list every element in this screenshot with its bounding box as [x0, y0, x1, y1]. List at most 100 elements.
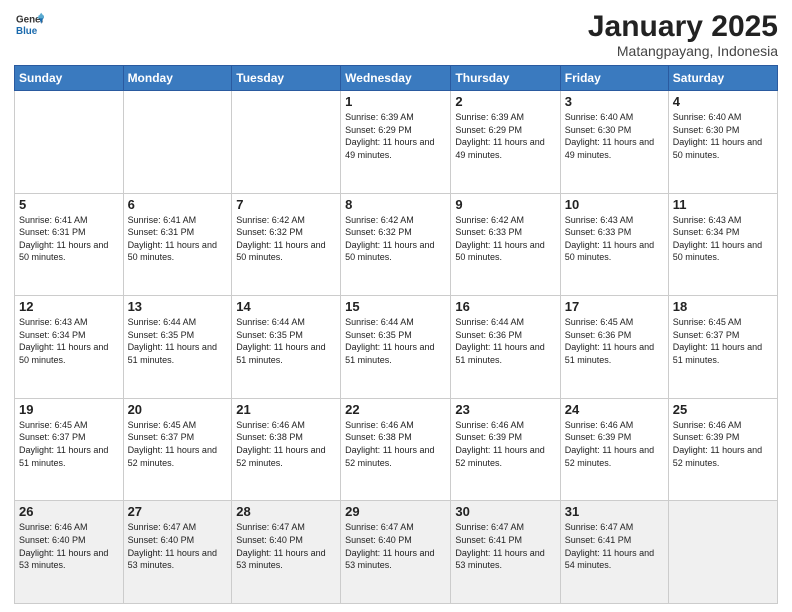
- month-title: January 2025: [588, 10, 778, 43]
- day-header-wednesday: Wednesday: [341, 66, 451, 91]
- day-number: 7: [236, 197, 336, 212]
- calendar-cell: 3Sunrise: 6:40 AM Sunset: 6:30 PM Daylig…: [560, 91, 668, 194]
- day-number: 15: [345, 299, 446, 314]
- day-number: 19: [19, 402, 119, 417]
- calendar-cell: 22 Sunrise: 6:46 AM Sunset: 6:38 PM Dayli…: [341, 398, 451, 501]
- location-title: Matangpayang, Indonesia: [588, 43, 778, 59]
- day-info: Sunrise: 6:43 AM Sunset: 6:33 PM Dayligh…: [565, 214, 664, 264]
- day-number: 24: [565, 402, 664, 417]
- day-number: 29: [345, 504, 446, 519]
- calendar-table: SundayMondayTuesdayWednesdayThursdayFrid…: [14, 65, 778, 604]
- day-info: Sunrise: 6:47 AM Sunset: 6:41 PM Dayligh…: [565, 521, 664, 571]
- day-number: 1: [345, 94, 446, 109]
- day-header-friday: Friday: [560, 66, 668, 91]
- calendar-cell: 14Sunrise: 6:44 AM Sunset: 6:35 PM Dayli…: [232, 296, 341, 399]
- day-number: 5: [19, 197, 119, 212]
- day-number: 25: [673, 402, 773, 417]
- day-header-thursday: Thursday: [451, 66, 560, 91]
- day-number: 23: [455, 402, 555, 417]
- day-info: Sunrise: 6:46 AM Sunset: 6:38 PM Dayligh…: [345, 419, 446, 469]
- day-number: 22: [345, 402, 446, 417]
- calendar-cell: 1 Sunrise: 6:39 AM Sunset: 6:29 PM Daylig…: [341, 91, 451, 194]
- calendar-cell: 11Sunrise: 6:43 AM Sunset: 6:34 PM Dayli…: [668, 193, 777, 296]
- day-info: Sunrise: 6:46 AM Sunset: 6:39 PM Dayligh…: [565, 419, 664, 469]
- day-info: Sunrise: 6:47 AM Sunset: 6:40 PM Dayligh…: [345, 521, 446, 571]
- day-info: Sunrise: 6:40 AM Sunset: 6:30 PM Dayligh…: [673, 111, 773, 161]
- calendar-cell: [668, 501, 777, 604]
- calendar-cell: 15 Sunrise: 6:44 AM Sunset: 6:35 PM Dayli…: [341, 296, 451, 399]
- day-info: Sunrise: 6:47 AM Sunset: 6:41 PM Dayligh…: [455, 521, 555, 571]
- calendar-cell: 12Sunrise: 6:43 AM Sunset: 6:34 PM Dayli…: [15, 296, 124, 399]
- calendar-cell: 4 Sunrise: 6:40 AM Sunset: 6:30 PM Daylig…: [668, 91, 777, 194]
- day-number: 17: [565, 299, 664, 314]
- calendar-cell: 30 Sunrise: 6:47 AM Sunset: 6:41 PM Dayli…: [451, 501, 560, 604]
- day-number: 12: [19, 299, 119, 314]
- header: General Blue January 2025 Matangpayang, …: [14, 10, 778, 59]
- day-info: Sunrise: 6:46 AM Sunset: 6:38 PM Dayligh…: [236, 419, 336, 469]
- day-number: 30: [455, 504, 555, 519]
- calendar-cell: 29 Sunrise: 6:47 AM Sunset: 6:40 PM Dayli…: [341, 501, 451, 604]
- day-number: 31: [565, 504, 664, 519]
- calendar-cell: 13Sunrise: 6:44 AM Sunset: 6:35 PM Dayli…: [123, 296, 232, 399]
- day-number: 18: [673, 299, 773, 314]
- day-info: Sunrise: 6:39 AM Sunset: 6:29 PM Dayligh…: [455, 111, 555, 161]
- svg-text:Blue: Blue: [16, 26, 38, 37]
- calendar-cell: 20 Sunrise: 6:45 AM Sunset: 6:37 PM Dayli…: [123, 398, 232, 501]
- day-number: 2: [455, 94, 555, 109]
- calendar-cell: 26 Sunrise: 6:46 AM Sunset: 6:40 PM Dayli…: [15, 501, 124, 604]
- day-header-sunday: Sunday: [15, 66, 124, 91]
- week-row-4: 19 Sunrise: 6:45 AM Sunset: 6:37 PM Dayli…: [15, 398, 778, 501]
- week-row-1: 1 Sunrise: 6:39 AM Sunset: 6:29 PM Daylig…: [15, 91, 778, 194]
- day-info: Sunrise: 6:44 AM Sunset: 6:36 PM Dayligh…: [455, 316, 555, 366]
- calendar-cell: 10Sunrise: 6:43 AM Sunset: 6:33 PM Dayli…: [560, 193, 668, 296]
- week-row-2: 5 Sunrise: 6:41 AM Sunset: 6:31 PM Daylig…: [15, 193, 778, 296]
- day-info: Sunrise: 6:47 AM Sunset: 6:40 PM Dayligh…: [236, 521, 336, 571]
- calendar-cell: 24 Sunrise: 6:46 AM Sunset: 6:39 PM Dayli…: [560, 398, 668, 501]
- calendar-cell: 16Sunrise: 6:44 AM Sunset: 6:36 PM Dayli…: [451, 296, 560, 399]
- title-area: January 2025 Matangpayang, Indonesia: [588, 10, 778, 59]
- calendar-cell: 23 Sunrise: 6:46 AM Sunset: 6:39 PM Dayli…: [451, 398, 560, 501]
- calendar-cell: [15, 91, 124, 194]
- calendar-cell: 21 Sunrise: 6:46 AM Sunset: 6:38 PM Dayli…: [232, 398, 341, 501]
- day-info: Sunrise: 6:44 AM Sunset: 6:35 PM Dayligh…: [345, 316, 446, 366]
- logo: General Blue: [14, 10, 44, 43]
- day-number: 20: [128, 402, 228, 417]
- day-header-monday: Monday: [123, 66, 232, 91]
- day-info: Sunrise: 6:46 AM Sunset: 6:39 PM Dayligh…: [455, 419, 555, 469]
- day-number: 4: [673, 94, 773, 109]
- calendar-cell: 28Sunrise: 6:47 AM Sunset: 6:40 PM Dayli…: [232, 501, 341, 604]
- logo-area: General Blue: [14, 10, 44, 43]
- calendar-cell: 17Sunrise: 6:45 AM Sunset: 6:36 PM Dayli…: [560, 296, 668, 399]
- day-header-row: SundayMondayTuesdayWednesdayThursdayFrid…: [15, 66, 778, 91]
- day-number: 6: [128, 197, 228, 212]
- page: General Blue January 2025 Matangpayang, …: [0, 0, 792, 612]
- calendar-cell: 27Sunrise: 6:47 AM Sunset: 6:40 PM Dayli…: [123, 501, 232, 604]
- day-info: Sunrise: 6:41 AM Sunset: 6:31 PM Dayligh…: [128, 214, 228, 264]
- calendar-cell: [232, 91, 341, 194]
- day-info: Sunrise: 6:45 AM Sunset: 6:37 PM Dayligh…: [128, 419, 228, 469]
- calendar-cell: 25Sunrise: 6:46 AM Sunset: 6:39 PM Dayli…: [668, 398, 777, 501]
- day-info: Sunrise: 6:39 AM Sunset: 6:29 PM Dayligh…: [345, 111, 446, 161]
- day-info: Sunrise: 6:46 AM Sunset: 6:40 PM Dayligh…: [19, 521, 119, 571]
- week-row-3: 12Sunrise: 6:43 AM Sunset: 6:34 PM Dayli…: [15, 296, 778, 399]
- week-row-5: 26 Sunrise: 6:46 AM Sunset: 6:40 PM Dayli…: [15, 501, 778, 604]
- calendar-cell: 19Sunrise: 6:45 AM Sunset: 6:37 PM Dayli…: [15, 398, 124, 501]
- day-info: Sunrise: 6:41 AM Sunset: 6:31 PM Dayligh…: [19, 214, 119, 264]
- day-info: Sunrise: 6:42 AM Sunset: 6:33 PM Dayligh…: [455, 214, 555, 264]
- calendar-cell: 5 Sunrise: 6:41 AM Sunset: 6:31 PM Daylig…: [15, 193, 124, 296]
- day-info: Sunrise: 6:44 AM Sunset: 6:35 PM Dayligh…: [128, 316, 228, 366]
- day-info: Sunrise: 6:40 AM Sunset: 6:30 PM Dayligh…: [565, 111, 664, 161]
- day-number: 14: [236, 299, 336, 314]
- day-info: Sunrise: 6:45 AM Sunset: 6:37 PM Dayligh…: [673, 316, 773, 366]
- calendar-cell: 18 Sunrise: 6:45 AM Sunset: 6:37 PM Dayli…: [668, 296, 777, 399]
- day-info: Sunrise: 6:42 AM Sunset: 6:32 PM Dayligh…: [345, 214, 446, 264]
- day-number: 26: [19, 504, 119, 519]
- day-info: Sunrise: 6:43 AM Sunset: 6:34 PM Dayligh…: [673, 214, 773, 264]
- day-number: 27: [128, 504, 228, 519]
- calendar-cell: 7Sunrise: 6:42 AM Sunset: 6:32 PM Daylig…: [232, 193, 341, 296]
- calendar-cell: 31 Sunrise: 6:47 AM Sunset: 6:41 PM Dayli…: [560, 501, 668, 604]
- calendar-cell: 8Sunrise: 6:42 AM Sunset: 6:32 PM Daylig…: [341, 193, 451, 296]
- day-header-tuesday: Tuesday: [232, 66, 341, 91]
- day-number: 21: [236, 402, 336, 417]
- calendar-cell: 9Sunrise: 6:42 AM Sunset: 6:33 PM Daylig…: [451, 193, 560, 296]
